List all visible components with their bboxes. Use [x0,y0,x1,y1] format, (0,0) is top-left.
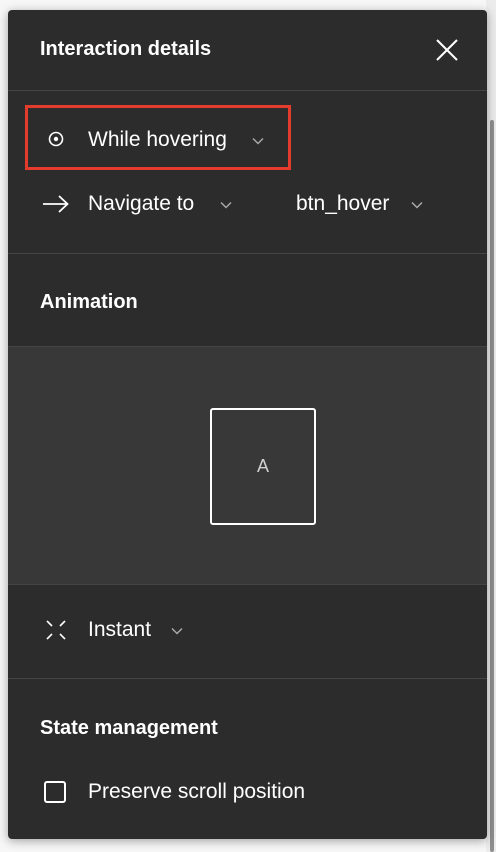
chevron-down-icon [171,627,183,635]
chevron-down-icon [411,201,423,209]
preserve-scroll-label: Preserve scroll position [88,780,306,803]
animation-section-title: Animation [40,291,138,313]
preview-bottom-divider [8,584,487,585]
preview-frame: A [210,408,316,525]
close-icon [436,39,458,61]
chevron-down-icon [220,201,232,209]
panel-title: Interaction details [40,38,212,60]
interaction-details-panel: Interaction details While hovering Navig… [8,10,487,839]
destination-label: btn_hover [296,192,390,215]
instant-transition-icon [46,620,66,640]
action-label: Navigate to [88,192,195,215]
transition-divider [8,678,487,679]
preview-frame-label: A [256,456,269,476]
header-divider [8,90,487,91]
state-management-section-title: State management [40,717,218,739]
preserve-scroll-checkbox[interactable] [44,781,66,803]
trigger-highlight [25,105,291,170]
action-divider [8,253,487,254]
page-scrollbar-thumb[interactable] [490,120,494,852]
close-button[interactable] [432,35,462,65]
arrow-right-icon [43,195,69,213]
transition-label: Instant [88,618,152,641]
